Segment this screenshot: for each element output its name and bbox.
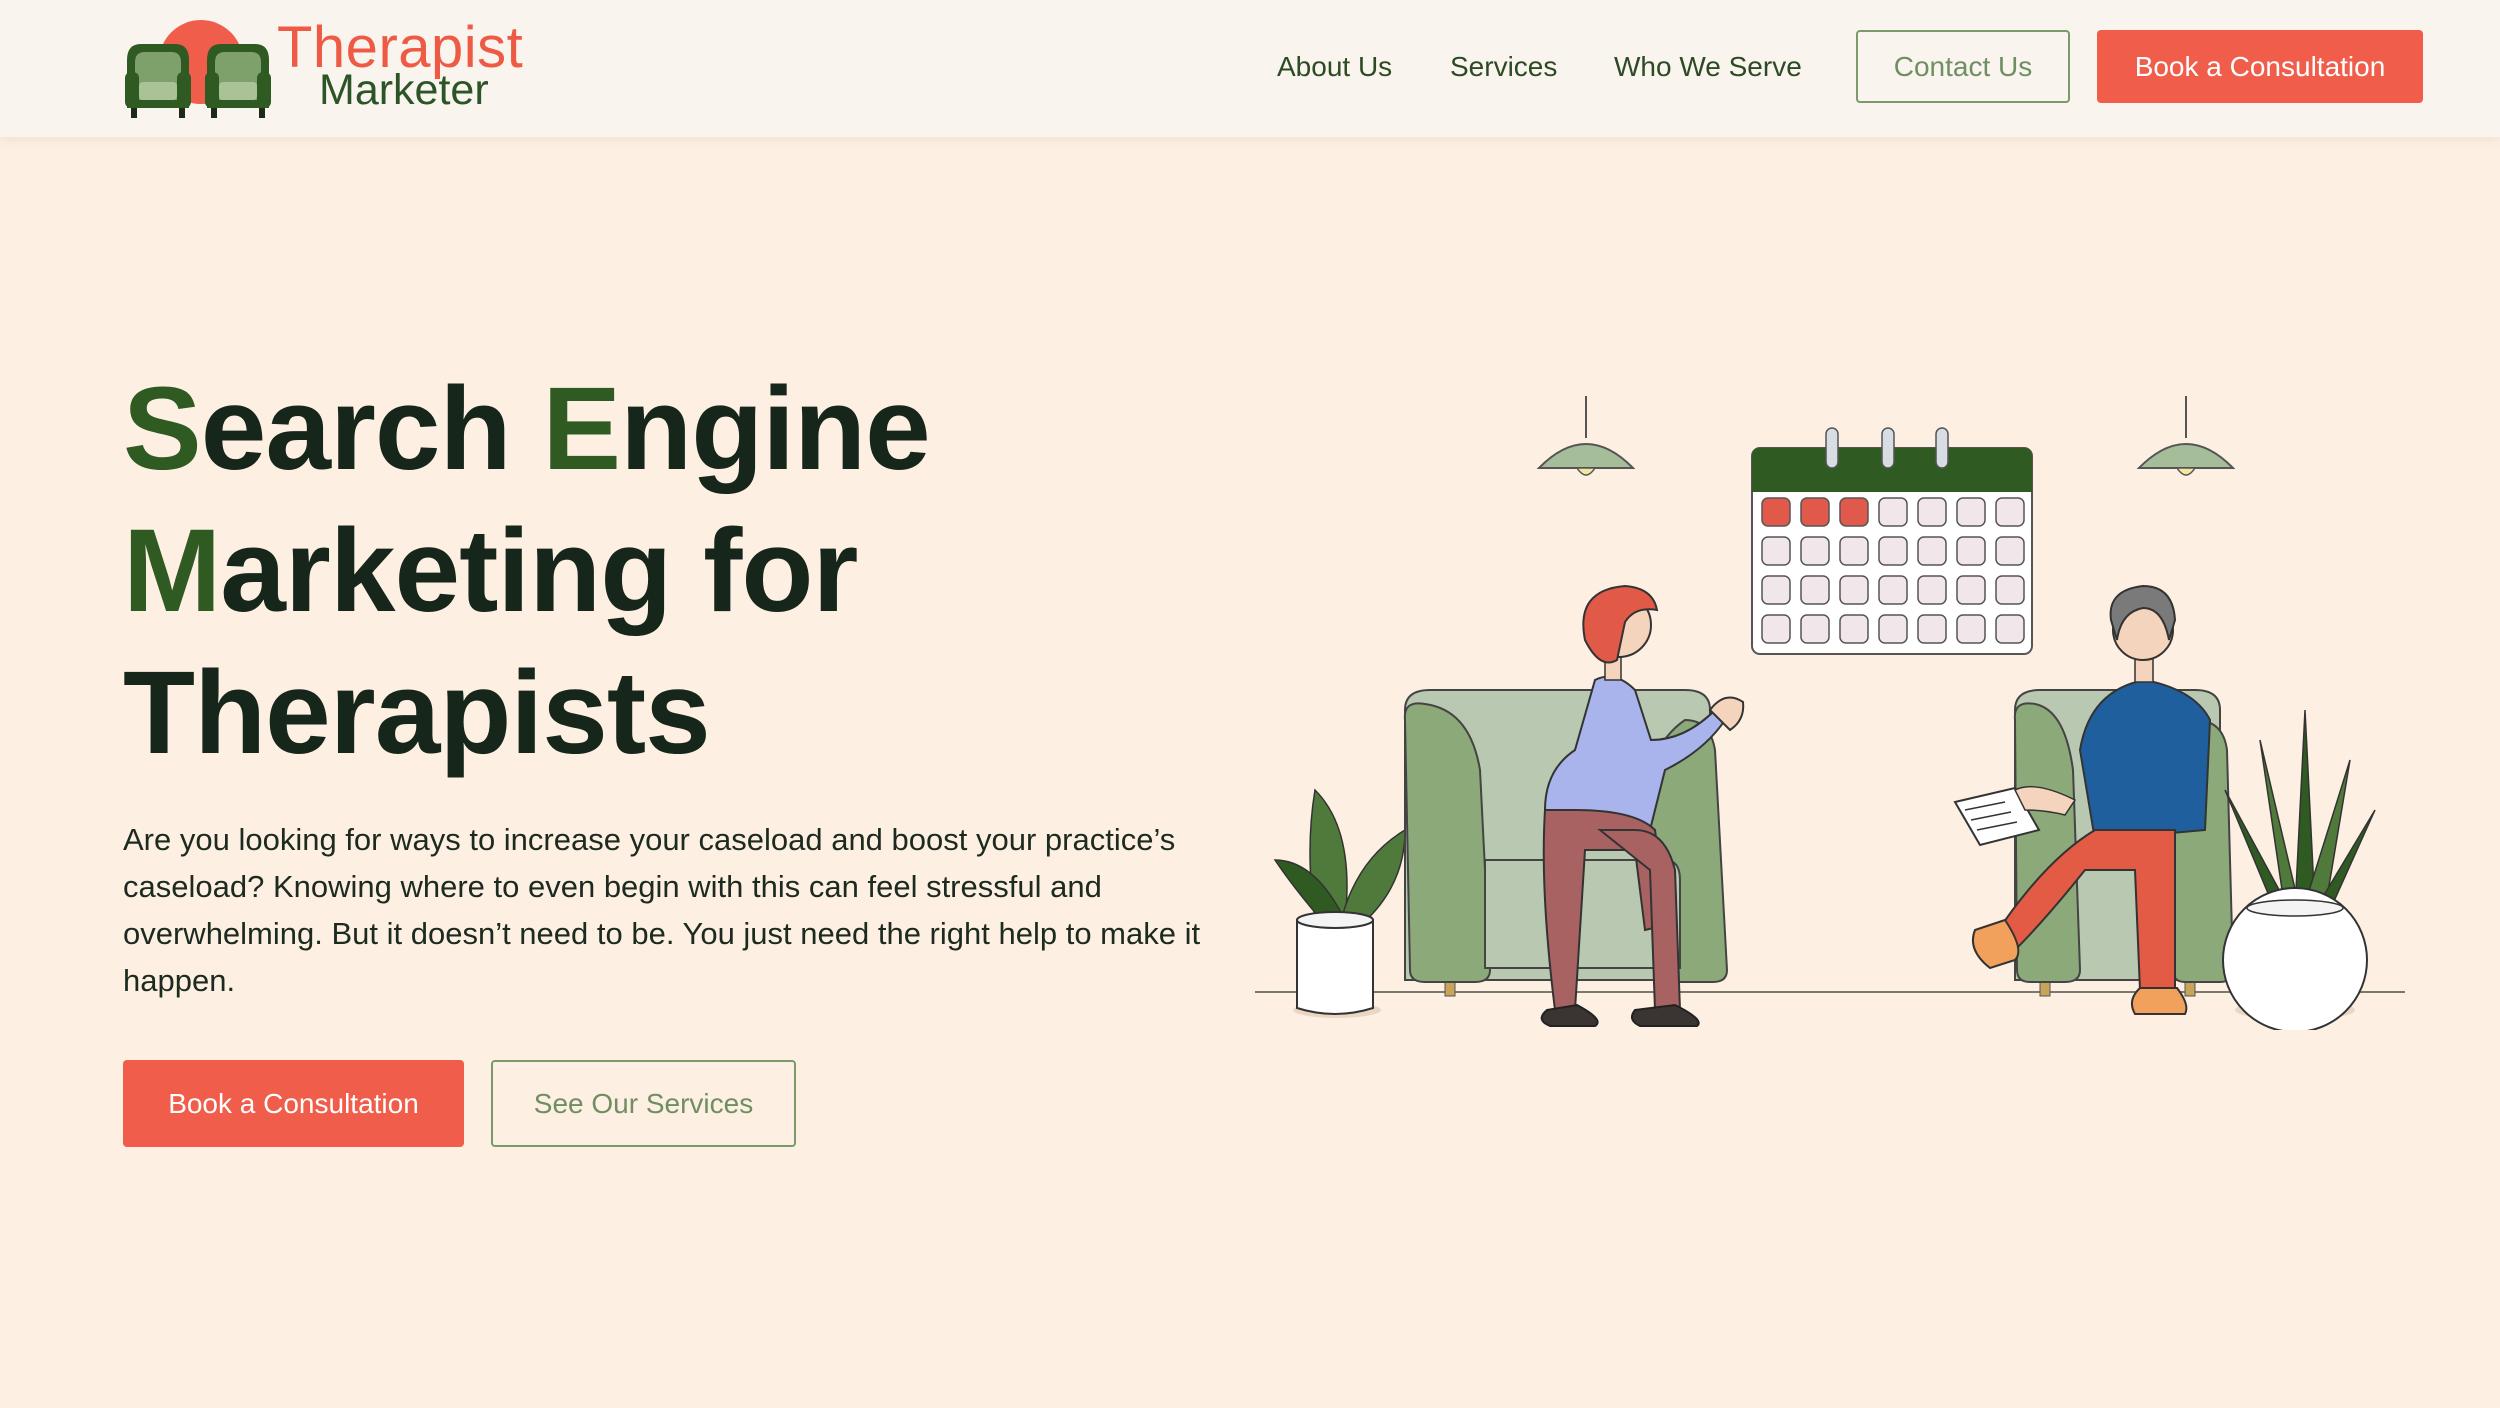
calendar-day-cell: [1917, 614, 1947, 644]
site-header: Therapist Marketer About Us Services Who…: [0, 0, 2500, 137]
calendar-day-cell: [1761, 536, 1791, 566]
therapy-session-illustration: [1255, 396, 2405, 1030]
calendar-day-cell: [1839, 536, 1869, 566]
calendar-day-cell: [1917, 497, 1947, 527]
hanging-lamp-icon: [1536, 396, 1636, 476]
calendar-day-cell: [1761, 497, 1791, 527]
nav-link-who-we-serve[interactable]: Who We Serve: [1614, 49, 1802, 85]
potted-plant-icon: [1273, 788, 1406, 1018]
nav-link-about-us[interactable]: About Us: [1277, 49, 1392, 85]
see-our-services-button[interactable]: See Our Services: [491, 1060, 796, 1147]
calendar-day-cell: [1878, 575, 1908, 605]
hero-title-line-2: Marketing for: [123, 505, 858, 637]
potted-plant-icon: [2222, 709, 2376, 1030]
calendar-day-cell: [1956, 614, 1986, 644]
calendar-day-cell: [1761, 614, 1791, 644]
calendar-day-cell: [1917, 536, 1947, 566]
contact-us-button[interactable]: Contact Us: [1856, 30, 2070, 103]
hero-book-consultation-button[interactable]: Book a Consultation: [123, 1060, 464, 1147]
calendar-day-cell: [1800, 614, 1830, 644]
calendar-day-cell: [1878, 536, 1908, 566]
calendar-day-cell: [1995, 497, 2025, 527]
calendar-day-cell: [1800, 575, 1830, 605]
calendar-day-cell: [1956, 536, 1986, 566]
calendar-day-cell: [1800, 497, 1830, 527]
calendar-day-cell: [1956, 575, 1986, 605]
calendar-day-cell: [1839, 497, 1869, 527]
calendar-day-cell: [1878, 497, 1908, 527]
calendar-day-cell: [1761, 575, 1791, 605]
hero-title-line-1: Search Engine: [123, 363, 931, 495]
hanging-lamp-icon: [2136, 396, 2236, 476]
main-nav: About Us Services Who We Serve Contact U…: [0, 0, 2500, 137]
calendar-day-cell: [1995, 614, 2025, 644]
calendar-day-cell: [1878, 614, 1908, 644]
calendar-day-cell: [1917, 575, 1947, 605]
calendar-day-cell: [1839, 575, 1869, 605]
calendar-day-cell: [1956, 497, 1986, 527]
calendar-day-cell: [1839, 614, 1869, 644]
hero-title-line-3: Therapists: [123, 647, 711, 779]
calendar-day-cell: [1995, 575, 2025, 605]
header-book-consultation-button[interactable]: Book a Consultation: [2097, 30, 2423, 103]
calendar-day-cell: [1800, 536, 1830, 566]
hero-description: Are you looking for ways to increase you…: [123, 822, 1201, 998]
calendar-icon: [1751, 427, 2033, 655]
hero-title: Search Engine Marketing for Therapists: [123, 358, 1123, 784]
nav-link-services[interactable]: Services: [1450, 49, 1557, 85]
calendar-day-cell: [1995, 536, 2025, 566]
